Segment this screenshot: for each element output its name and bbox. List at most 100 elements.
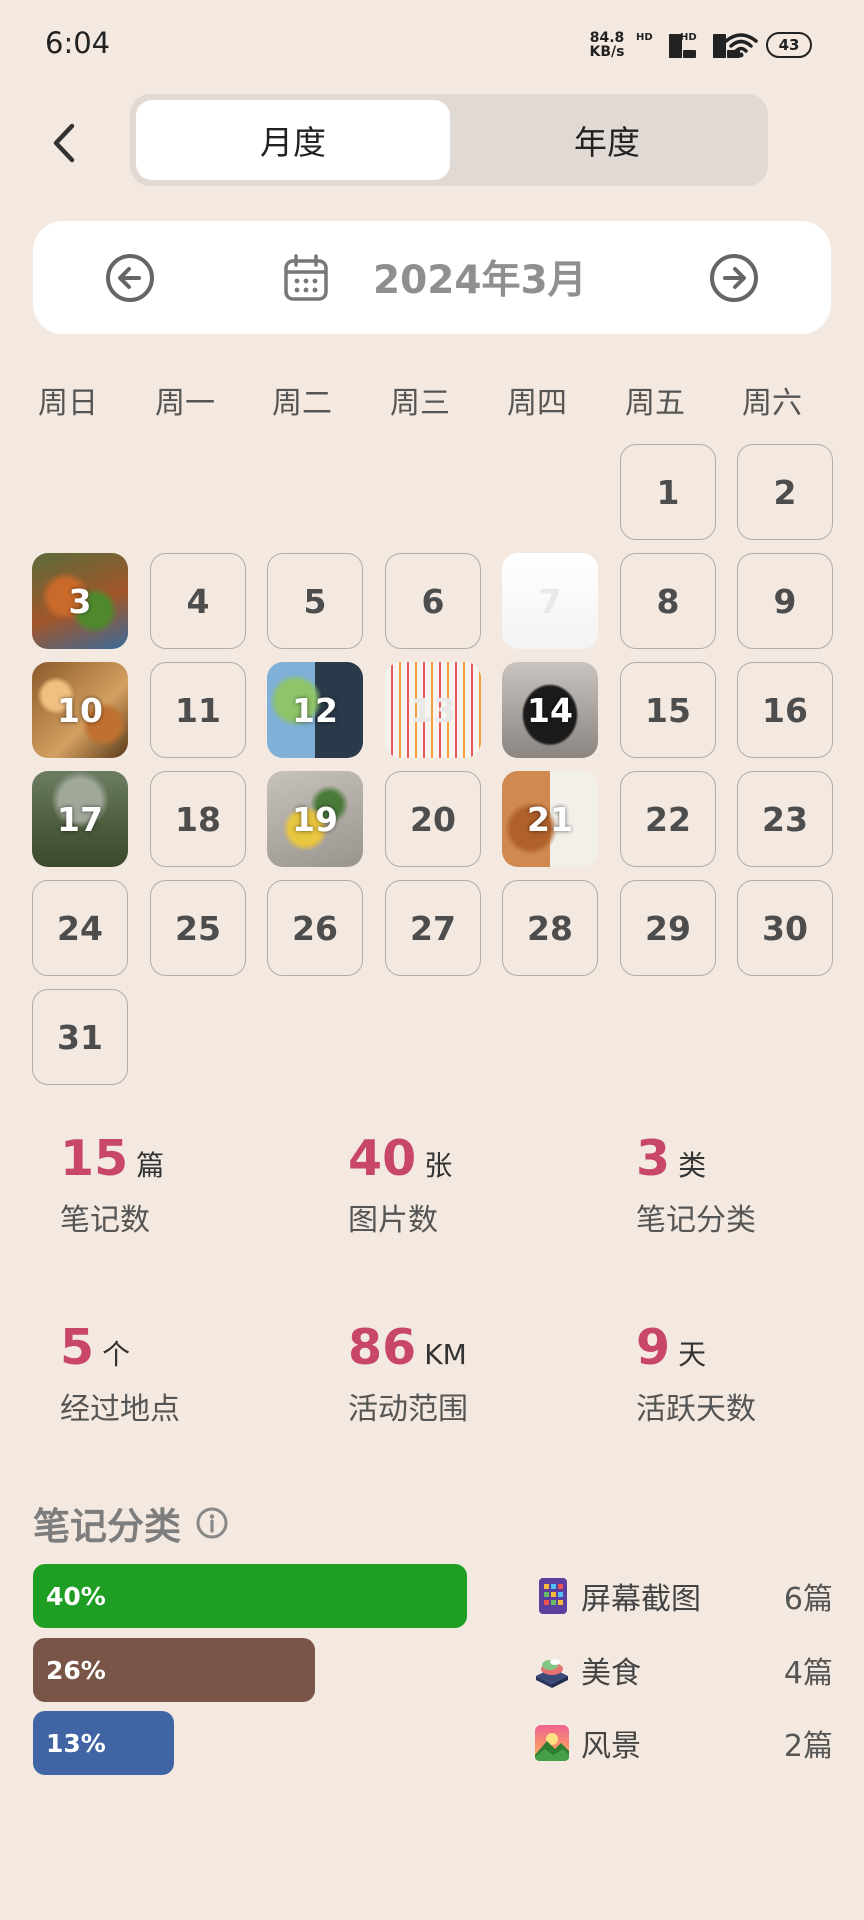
legend-count: 6篇 [783, 1582, 833, 1617]
calendar-day-number: 11 [175, 690, 221, 730]
calendar-day-22[interactable]: 22 [620, 771, 716, 867]
calendar-day-24[interactable]: 24 [32, 880, 128, 976]
calendar-day-20[interactable]: 20 [385, 771, 481, 867]
calendar-day-number: 14 [527, 690, 573, 730]
calendar-day-number: 30 [762, 908, 808, 948]
calendar-day-6[interactable]: 6 [385, 553, 481, 649]
calendar-grid: 1 2 3 4 5 6 7 8 9 10 11 12 13 14 15 16 17 18 19 20 21 22 23 24 2… [0, 0, 864, 1100]
calendar-day-11[interactable]: 11 [150, 662, 246, 758]
stat-unit: 篇 [136, 1149, 165, 1182]
stat-label: 笔记分类 [636, 1203, 756, 1238]
legend-item-landscape[interactable]: 风景 2篇 [533, 1711, 833, 1775]
calendar-day-7[interactable]: 7 [502, 553, 598, 649]
calendar-day-number: 28 [527, 908, 573, 948]
calendar-day-5[interactable]: 5 [267, 553, 363, 649]
calendar-day-19[interactable]: 19 [267, 771, 363, 867]
category-bar-food[interactable]: 26% [33, 1638, 315, 1702]
stat-active-days: 9天 活跃天数 [636, 1319, 864, 1428]
stat-activity-range: 86 KM 活动范围 [348, 1319, 598, 1428]
calendar-day-number: 17 [57, 799, 103, 839]
stat-unit: 张 [424, 1149, 453, 1182]
calendar-day-number: 31 [57, 1017, 103, 1057]
calendar-day-number: 12 [292, 690, 338, 730]
calendar-day-27[interactable]: 27 [385, 880, 481, 976]
calendar-day-number: 18 [175, 799, 221, 839]
calendar-day-number: 4 [186, 581, 210, 621]
stat-label: 笔记数 [60, 1203, 150, 1238]
calendar-day-30[interactable]: 30 [737, 880, 833, 976]
category-bar-landscape[interactable]: 13% [33, 1711, 174, 1775]
calendar-day-number: 15 [645, 690, 691, 730]
category-title-text: 笔记分类 [33, 1505, 181, 1548]
calendar-day-2[interactable]: 2 [737, 444, 833, 540]
calendar-day-26[interactable]: 26 [267, 880, 363, 976]
stat-value: 3 [636, 1130, 671, 1187]
legend-count: 2篇 [783, 1729, 833, 1764]
calendar-day-number: 10 [57, 690, 103, 730]
category-percent: 26% [46, 1655, 106, 1685]
legend-item-food[interactable]: 美食 4篇 [533, 1638, 833, 1702]
calendar-day-3[interactable]: 3 [32, 553, 128, 649]
calendar-day-15[interactable]: 15 [620, 662, 716, 758]
category-section-title: 笔记分类 [33, 1496, 229, 1550]
stat-value: 9 [636, 1319, 671, 1376]
calendar-day-29[interactable]: 29 [620, 880, 716, 976]
calendar-day-4[interactable]: 4 [150, 553, 246, 649]
calendar-day-31[interactable]: 31 [32, 989, 128, 1085]
calendar-day-1[interactable]: 1 [620, 444, 716, 540]
food-icon [536, 1659, 568, 1688]
legend-count: 4篇 [783, 1656, 833, 1691]
calendar-day-12[interactable]: 12 [267, 662, 363, 758]
calendar-day-10[interactable]: 10 [32, 662, 128, 758]
stat-unit: KM [424, 1338, 467, 1371]
calendar-day-21[interactable]: 21 [502, 771, 598, 867]
stat-note-count: 15 篇 笔记数 [60, 1130, 310, 1239]
stat-image-count: 40 张 图片数 [348, 1130, 598, 1239]
category-bar-screenshot[interactable]: 40% [33, 1564, 467, 1628]
stat-label: 活动范围 [348, 1392, 468, 1427]
calendar-day-number: 29 [645, 908, 691, 948]
legend-label: 风景 [581, 1729, 641, 1764]
calendar-day-number: 5 [303, 581, 327, 621]
stat-value: 40 [348, 1130, 417, 1187]
calendar-day-number: 20 [410, 799, 456, 839]
calendar-day-number: 24 [57, 908, 103, 948]
calendar-day-16[interactable]: 16 [737, 662, 833, 758]
calendar-day-number: 8 [656, 581, 680, 621]
stat-places: 5个 经过地点 [60, 1319, 310, 1428]
category-percent: 40% [46, 1581, 106, 1611]
calendar-day-23[interactable]: 23 [737, 771, 833, 867]
calendar-day-number: 19 [292, 799, 338, 839]
stat-unit: 天 [678, 1338, 707, 1371]
stat-value: 5 [60, 1319, 95, 1376]
calendar-day-number: 1 [656, 472, 680, 512]
calendar-day-number: 2 [773, 472, 797, 512]
calendar-day-number: 13 [410, 690, 456, 730]
stat-label: 图片数 [348, 1203, 438, 1238]
calendar-day-number: 25 [175, 908, 221, 948]
calendar-day-number: 3 [68, 581, 92, 621]
legend-item-screenshot[interactable]: 屏幕截图 6篇 [533, 1564, 833, 1628]
screenshot-icon [539, 1578, 567, 1614]
calendar-day-13[interactable]: 13 [385, 662, 481, 758]
calendar-day-number: 16 [762, 690, 808, 730]
calendar-day-number: 9 [773, 581, 797, 621]
calendar-day-number: 23 [762, 799, 808, 839]
calendar-day-28[interactable]: 28 [502, 880, 598, 976]
calendar-day-9[interactable]: 9 [737, 553, 833, 649]
landscape-icon [535, 1725, 569, 1761]
stat-unit: 类 [678, 1149, 707, 1182]
stat-value: 15 [60, 1130, 129, 1187]
calendar-day-8[interactable]: 8 [620, 553, 716, 649]
calendar-day-number: 27 [410, 908, 456, 948]
stat-unit: 个 [102, 1338, 131, 1371]
calendar-day-number: 6 [421, 581, 445, 621]
calendar-day-number: 7 [538, 581, 562, 621]
calendar-day-14[interactable]: 14 [502, 662, 598, 758]
calendar-day-17[interactable]: 17 [32, 771, 128, 867]
stat-label: 经过地点 [60, 1392, 180, 1427]
calendar-day-25[interactable]: 25 [150, 880, 246, 976]
calendar-day-18[interactable]: 18 [150, 771, 246, 867]
info-icon[interactable] [195, 1506, 229, 1540]
category-percent: 13% [46, 1728, 106, 1758]
